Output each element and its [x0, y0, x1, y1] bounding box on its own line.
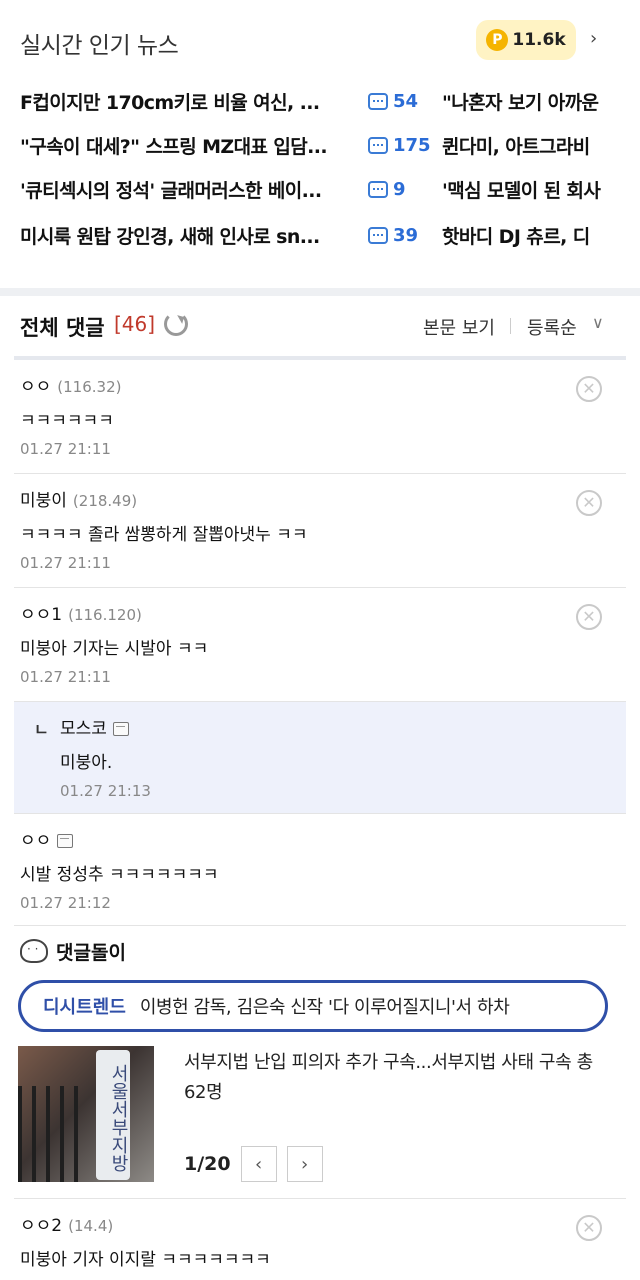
comment-date: 01.27 21:11 [20, 554, 111, 572]
news-row[interactable]: "구속이 대세?" 스프링 MZ대표 입담... 175 퀸다미, 아트그라비 [20, 128, 590, 162]
comment-text: ㅋㅋㅋㅋ 졸라 쌈뽕하게 잘뽑아냇누 ㅋㅋ [20, 525, 308, 545]
comment-item: ㅇㅇ2 (14.4) 미붕아 기자 이지랄 ㅋㅋㅋㅋㅋㅋㅋ ✕ [14, 1198, 626, 1280]
comment-ip: (14.4) [68, 1217, 114, 1235]
news-headline[interactable]: 퀸다미, 아트그라비 [442, 132, 640, 159]
news-row[interactable]: '큐티섹시의 정석' 글래머러스한 베이... 9 '맥심 모델이 된 회사 [20, 172, 601, 206]
comment-date: 01.27 21:11 [20, 440, 111, 458]
comment-author[interactable]: ㅇㅇ [20, 826, 74, 851]
comment-author[interactable]: ㅇㅇ1 (116.120) [20, 600, 142, 625]
comment-author[interactable]: 미붕이 (218.49) [20, 486, 137, 511]
comment-ip: (218.49) [72, 492, 138, 510]
news-headline[interactable]: "구속이 대세?" 스프링 MZ대표 입담... [20, 132, 342, 159]
comment-total-count: [46] [114, 312, 156, 336]
comment-item: ㅇㅇ1 (116.120) 미붕아 기자는 시발아 ㅋㅋ 01.27 21:11 … [14, 588, 626, 702]
news-comment-count: 175 [368, 135, 438, 156]
comment-text: 미붕아 기자는 시발아 ㅋㅋ [20, 639, 209, 659]
memo-icon [112, 722, 129, 736]
comment-ip: (116.120) [68, 606, 142, 624]
comment-item: ㅇㅇ 시발 정성추 ㅋㅋㅋㅋㅋㅋㅋ 01.27 21:12 [14, 814, 626, 926]
gate-shape [18, 1086, 88, 1182]
delete-icon[interactable]: ✕ [576, 604, 602, 630]
news-headline[interactable]: '맥심 모델이 된 회사 [442, 176, 640, 203]
points-value: 11.6k [512, 30, 566, 50]
comment-date: 01.27 21:11 [20, 668, 111, 686]
article-thumbnail[interactable]: 서울서부지방 [18, 1046, 154, 1182]
comment-text: 미붕아 기자 이지랄 ㅋㅋㅋㅋㅋㅋㅋ [20, 1250, 271, 1270]
coin-icon: P [486, 29, 509, 51]
comment-author[interactable]: ㅇㅇ2 (14.4) [20, 1211, 113, 1236]
comment-text: ㅋㅋㅋㅋㅋㅋ [20, 411, 114, 431]
points-badge[interactable]: P 11.6k [476, 20, 576, 60]
chevron-right-icon[interactable]: › [590, 28, 597, 49]
trend-headline: 이병헌 감독, 김은숙 신작 '다 이루어질지니'서 하차 [139, 997, 510, 1018]
comment-item: 미붕이 (218.49) ㅋㅋㅋㅋ 졸라 쌈뽕하게 잘뽑아냇누 ㅋㅋ 01.27 … [14, 474, 626, 588]
comment-text: 시발 정성추 ㅋㅋㅋㅋㅋㅋㅋ [20, 865, 219, 885]
prev-page-button[interactable]: ‹ [240, 1146, 277, 1182]
court-sign: 서울서부지방 [96, 1050, 130, 1180]
comment-author[interactable]: ㅇㅇ (116.32) [20, 372, 121, 397]
chevron-down-icon[interactable]: ∨ [592, 313, 604, 332]
comment-section-title: 전체 댓글 [20, 316, 105, 340]
article-title[interactable]: 서부지법 난입 피의자 추가 구속...서부지법 사태 구속 총 62명 [184, 1048, 604, 1108]
comment-item: ㅇㅇ (116.32) ㅋㅋㅋㅋㅋㅋ 01.27 21:11 ✕ [14, 360, 626, 474]
page-indicator: 1/20 [184, 1153, 231, 1175]
trending-news-title: 실시간 인기 뉴스 [20, 33, 179, 59]
memo-icon [57, 834, 74, 848]
trend-brand: 디시트렌드 [43, 997, 126, 1018]
refresh-icon[interactable] [164, 312, 188, 336]
comment-date: 01.27 21:12 [20, 894, 111, 912]
comment-bot-header: 댓글돌이 [20, 936, 126, 966]
news-headline[interactable]: F컵이지만 170cm키로 비율 여신, ... [20, 88, 342, 115]
header-separator [510, 318, 511, 334]
delete-icon[interactable]: ✕ [576, 490, 602, 516]
comment-header: 전체 댓글 [46] 본문 보기 등록순 ∨ [20, 306, 620, 346]
comment-author[interactable]: 모스코 [60, 714, 129, 739]
bot-icon [20, 939, 48, 963]
news-comment-count: 9 [368, 179, 438, 200]
article-pager: 1/20 ‹ › [184, 1146, 323, 1182]
news-headline[interactable]: "나혼자 보기 아까운 [442, 88, 640, 115]
comment-bot-label: 댓글돌이 [56, 941, 126, 964]
comment-date: 01.27 21:13 [60, 782, 151, 800]
delete-icon[interactable]: ✕ [576, 376, 602, 402]
news-headline[interactable]: '큐티섹시의 정석' 글래머러스한 베이... [20, 176, 342, 203]
comment-icon [368, 226, 388, 244]
news-headline[interactable]: 핫바디 DJ 츄르, 디 [442, 222, 640, 249]
news-row[interactable]: F컵이지만 170cm키로 비율 여신, ... 54 "나혼자 보기 아까운 [20, 84, 599, 118]
reply-marker: ㄴ [34, 720, 49, 739]
comment-text: 미붕아. [60, 753, 113, 773]
sort-dropdown[interactable]: 등록순 [527, 314, 577, 340]
news-headline[interactable]: 미시룩 원탑 강인경, 새해 인사로 sn... [20, 222, 342, 249]
dcinside-trend-link[interactable]: 디시트렌드 이병헌 감독, 김은숙 신작 '다 이루어질지니'서 하차 [18, 980, 608, 1032]
next-page-button[interactable]: › [286, 1146, 323, 1182]
news-row[interactable]: 미시룩 원탑 강인경, 새해 인사로 sn... 39 핫바디 DJ 츄르, 디 [20, 218, 590, 252]
view-body-link[interactable]: 본문 보기 [423, 314, 495, 340]
delete-icon[interactable]: ✕ [576, 1215, 602, 1241]
section-divider [0, 288, 640, 296]
comment-icon [368, 180, 388, 198]
trending-news-header: 실시간 인기 뉴스 P 11.6k › [20, 20, 620, 60]
comment-ip: (116.32) [57, 378, 122, 396]
news-comment-count: 39 [368, 225, 438, 246]
news-comment-count: 54 [368, 91, 438, 112]
comment-icon [368, 136, 388, 154]
reply-item: ㄴ 모스코 미붕아. 01.27 21:13 [14, 702, 626, 814]
comment-icon [368, 92, 388, 110]
